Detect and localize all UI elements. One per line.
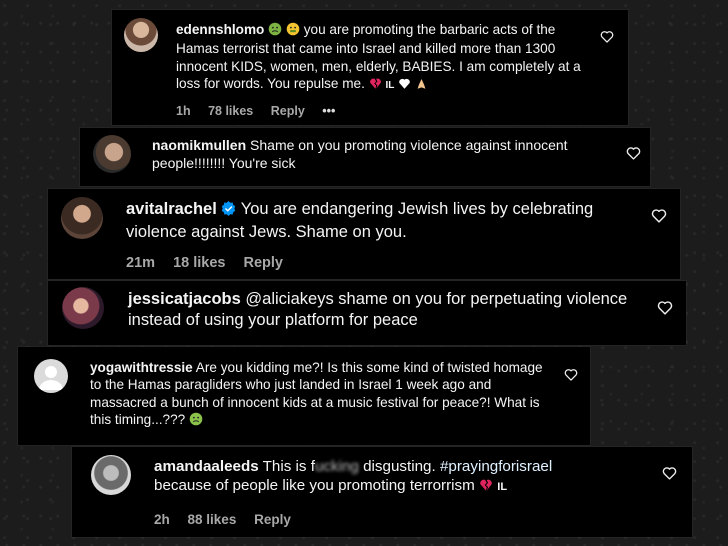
username[interactable]: naomikmullen [152,137,246,153]
more-options-button[interactable]: ••• [322,104,335,118]
heart-outline-icon [600,31,614,43]
heart-outline-icon [657,301,673,315]
comment-body-start: This is f [262,458,315,475]
comment-text: amandaaleeds This is fucking disgusting.… [154,457,654,498]
comment-card-yogawithtressie: yogawithtressie Are you kidding me?! Is … [18,347,590,445]
comment-meta: 2h 88 likes Reply [154,512,305,527]
avatar[interactable] [34,359,68,393]
comment-card-naomikmullen: naomikmullen Shame on you promoting viol… [80,128,650,186]
comment-meta: 1h 78 likes Reply ••• [176,104,349,118]
comment-card-jessicatjacobs: jessicatjacobs @aliciakeys shame on you … [48,281,686,345]
comment-text: jessicatjacobs @aliciakeys shame on you … [128,289,648,331]
username[interactable]: jessicatjacobs [128,290,241,308]
likes-count[interactable]: 88 likes [188,512,237,527]
nauseated-face-emoji [286,22,300,40]
nauseated-face-emoji [189,412,203,430]
avatar[interactable] [93,135,131,173]
default-avatar-icon [39,366,63,390]
like-button[interactable] [651,208,667,223]
white-heart-emoji [398,77,411,94]
heart-outline-icon [651,209,667,223]
like-button[interactable] [626,146,641,160]
comment-text: edennshlomo you are promoting the barbar… [176,21,596,95]
reply-button[interactable]: Reply [271,104,305,118]
verified-badge-icon [221,201,236,222]
username[interactable]: avitalrachel [126,200,217,218]
like-button[interactable] [657,300,673,315]
avatar[interactable] [61,197,103,239]
timestamp: 21m [126,255,156,271]
hashtag-link[interactable]: #prayingforisrael [440,458,552,475]
heart-outline-icon [564,369,578,381]
comment-body-end: disgusting. [363,458,436,475]
avatar[interactable] [124,18,158,52]
comment-body-line2: because of people like you promoting ter… [154,477,475,495]
likes-count[interactable]: 78 likes [208,104,253,118]
comment-card-edennshlomo: edennshlomo you are promoting the barbar… [112,10,628,125]
comment-meta: 21m 18 likes Reply [126,255,297,271]
heart-outline-icon [626,147,641,160]
timestamp: 1h [176,104,191,118]
israel-flag-emoji: IL [385,80,395,92]
username[interactable]: yogawithtressie [90,360,193,375]
comment-text: yogawithtressie Are you kidding me?! Is … [90,359,556,431]
reply-button[interactable]: Reply [244,255,284,271]
folded-hands-emoji [415,77,428,94]
username[interactable]: amandaaleeds [154,458,259,475]
comment-card-amandaaleeds: amandaaleeds This is fucking disgusting.… [72,447,692,537]
like-button[interactable] [564,368,578,381]
israel-flag-emoji: IL [497,481,508,494]
likes-count[interactable]: 18 likes [173,255,225,271]
comment-text: naomikmullen Shame on you promoting viol… [152,137,602,173]
broken-heart-emoji [369,77,382,94]
like-button[interactable] [600,30,614,43]
username[interactable]: edennshlomo [176,22,264,37]
mention-link[interactable]: @aliciakeys [245,290,333,308]
comment-card-avitalrachel: avitalrachel You are endangering Jewish … [48,189,680,279]
avatar[interactable] [91,455,131,495]
heart-outline-icon [662,467,677,480]
censored-word: ucking [314,458,359,475]
avatar[interactable] [62,287,104,329]
reply-button[interactable]: Reply [254,512,291,527]
like-button[interactable] [662,466,677,480]
comment-text: avitalrachel You are endangering Jewish … [126,199,646,243]
nauseated-face-emoji [268,22,282,40]
broken-heart-emoji [479,478,493,497]
timestamp: 2h [154,512,170,527]
